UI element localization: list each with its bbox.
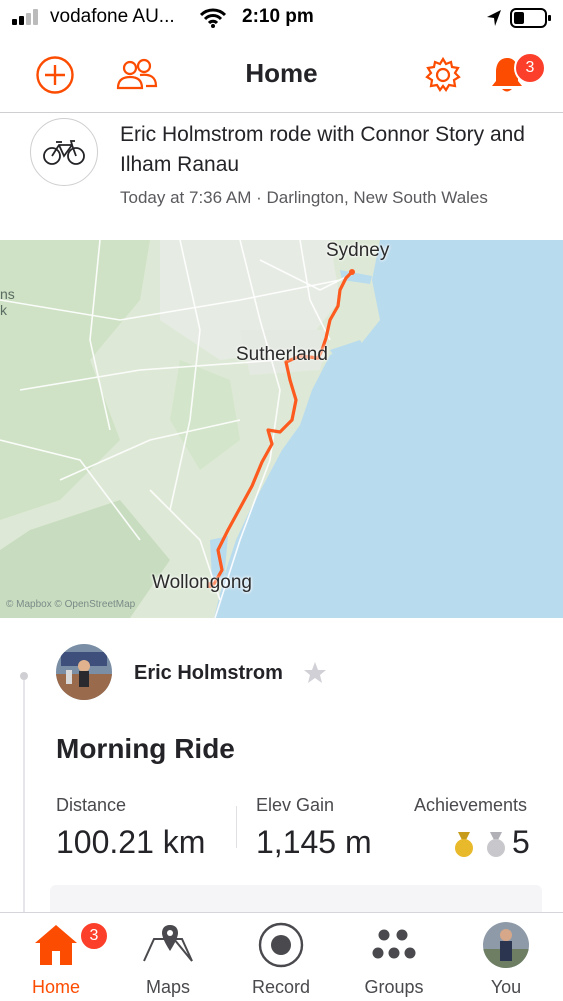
timeline-dot bbox=[20, 672, 28, 680]
tab-record-label: Record bbox=[251, 977, 311, 997]
bicycle-icon bbox=[43, 140, 85, 165]
athlete-avatar[interactable] bbox=[56, 644, 112, 700]
distance-label: Distance bbox=[56, 795, 127, 815]
route-map[interactable] bbox=[0, 240, 563, 618]
carrier-name: vodafone AU... bbox=[50, 6, 175, 27]
home-icon bbox=[35, 925, 77, 965]
activity-headline[interactable]: Eric Holmstrom rode with Connor Story an… bbox=[120, 120, 550, 180]
tab-home-label: Home bbox=[31, 977, 80, 997]
app-header: Home bbox=[0, 38, 563, 113]
map-label-start: Sydney bbox=[326, 240, 390, 261]
tab-you[interactable]: You bbox=[450, 913, 562, 1001]
elev-gain-value: 1,145 m bbox=[256, 824, 372, 860]
athlete-name[interactable]: Eric Holmstrom bbox=[134, 662, 283, 685]
tab-you-label: You bbox=[490, 977, 522, 997]
star-icon[interactable] bbox=[302, 660, 328, 686]
gold-medal-icon bbox=[455, 832, 473, 857]
tab-groups[interactable]: Groups bbox=[338, 913, 450, 1001]
timeline-line bbox=[23, 675, 25, 915]
record-icon bbox=[258, 922, 304, 968]
gear-icon bbox=[425, 56, 461, 92]
sport-type-avatar bbox=[30, 118, 98, 186]
achievements-label: Achievements bbox=[414, 795, 528, 815]
tab-groups-label: Groups bbox=[364, 977, 424, 997]
settings-button[interactable] bbox=[422, 54, 464, 96]
distance-value: 100.21 km bbox=[56, 824, 206, 860]
map-label-end: Wollongong bbox=[152, 572, 253, 593]
page-title: Home bbox=[245, 58, 318, 88]
silver-medal-icon bbox=[487, 832, 505, 857]
map-attribution[interactable]: © Mapbox © OpenStreetMap bbox=[6, 599, 135, 610]
groups-icon bbox=[372, 929, 416, 959]
map-edge-label: ns k bbox=[0, 286, 15, 318]
location-arrow-icon bbox=[487, 10, 501, 26]
athlete-photo bbox=[56, 644, 112, 700]
stat-divider bbox=[236, 806, 237, 848]
map-label-mid: Sutherland bbox=[236, 344, 328, 365]
home-tab-badge: 3 bbox=[79, 921, 109, 951]
achievements-value: 5 bbox=[512, 824, 530, 860]
activity-title[interactable]: Morning Ride bbox=[56, 733, 235, 765]
map-canvas bbox=[0, 240, 563, 618]
tab-maps[interactable]: Maps bbox=[112, 913, 224, 1001]
tab-record[interactable]: Record bbox=[225, 913, 337, 1001]
profile-avatar bbox=[483, 922, 529, 968]
map-icon bbox=[143, 925, 193, 962]
tab-maps-label: Maps bbox=[145, 977, 190, 997]
notification-badge: 3 bbox=[514, 52, 546, 84]
battery-icon bbox=[510, 8, 551, 28]
elev-gain-label: Elev Gain bbox=[256, 795, 335, 815]
wifi-icon bbox=[200, 8, 226, 28]
signal-icon bbox=[12, 9, 38, 25]
activity-meta: Today at 7:36 AM · Darlington, New South… bbox=[120, 188, 488, 207]
status-time: 2:10 pm bbox=[242, 6, 314, 27]
status-bar: vodafone AU... 2:10 pm bbox=[0, 0, 563, 38]
